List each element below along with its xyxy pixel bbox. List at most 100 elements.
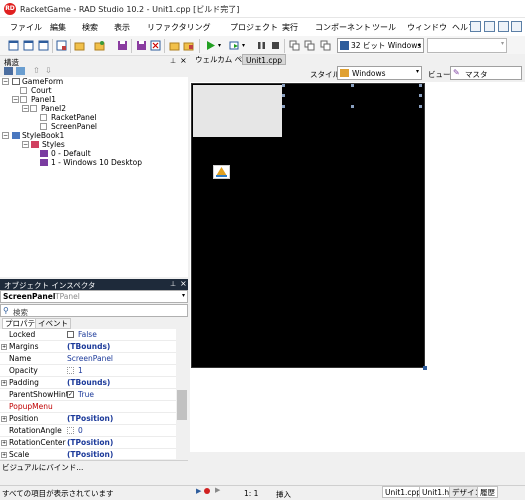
prop-row-popupmenu[interactable]: PopupMenu (0, 401, 176, 413)
save-all-icon[interactable] (136, 40, 147, 51)
menu-view[interactable]: 表示 (114, 22, 130, 33)
scrollbar-thumb[interactable] (177, 390, 187, 420)
new-unit-icon[interactable] (38, 40, 49, 51)
menu-project[interactable]: プロジェクト (230, 22, 278, 33)
expand-icon[interactable]: + (1, 416, 7, 422)
close-file-icon[interactable] (150, 40, 161, 51)
record-macro-icon[interactable] (204, 488, 210, 494)
form-resize-handle[interactable] (423, 366, 427, 370)
open-project-folder-icon[interactable] (169, 40, 180, 51)
menu-edit[interactable]: 編集 (50, 22, 66, 33)
prop-row-margins[interactable]: + Margins (TBounds) (0, 341, 176, 353)
prop-row-padding[interactable]: + Padding (TBounds) (0, 377, 176, 389)
selection-handle[interactable] (282, 94, 285, 97)
menu-tools[interactable]: ツール (372, 22, 396, 33)
prop-row-name[interactable]: Name ScreenPanel (0, 353, 176, 365)
menu-window[interactable]: ウィンドウ (407, 22, 447, 33)
menu-search[interactable]: 検索 (82, 22, 98, 33)
new-file-icon[interactable] (8, 40, 19, 51)
chevron-down-icon: ▾ (415, 68, 419, 75)
selection-handle[interactable] (282, 84, 285, 87)
prop-row-position[interactable]: + Position (TPosition) (0, 413, 176, 425)
open-icon[interactable] (74, 40, 85, 51)
chevron-down-icon[interactable]: ▾ (242, 40, 253, 51)
status-tab-history[interactable]: 履歴 (477, 486, 498, 498)
configuration-select[interactable]: ▾ (427, 38, 507, 53)
prop-row-opacity[interactable]: Opacity 1 (0, 365, 176, 377)
collapse-icon[interactable]: − (2, 78, 9, 85)
add-to-project-icon[interactable] (183, 40, 194, 51)
prop-row-locked[interactable]: Locked False (0, 329, 176, 341)
close-icon[interactable]: × (180, 279, 187, 288)
chevron-down-icon: ▾ (181, 292, 185, 299)
new-form-icon[interactable] (23, 40, 34, 51)
structure-options-icon[interactable] (4, 67, 13, 75)
target-platform-select[interactable]: 32 ビット Windows ▾ (337, 38, 424, 53)
checkbox[interactable] (67, 331, 74, 338)
court-panel-preview[interactable] (193, 85, 282, 137)
pin-icon[interactable]: ⊥ (170, 280, 176, 288)
stop-icon[interactable] (270, 40, 281, 51)
stylebook-component-icon[interactable] (213, 165, 230, 179)
trace-into-icon[interactable] (289, 40, 300, 51)
structure-status-text: すべての項目が表示されています (2, 489, 114, 498)
selection-handle[interactable] (419, 94, 422, 97)
toolbar-separator (164, 39, 165, 53)
collapse-icon[interactable]: − (2, 132, 9, 139)
status-tab-cpp[interactable]: Unit1.cpp (382, 486, 425, 498)
collapse-icon[interactable]: − (22, 105, 29, 112)
prop-row-scale[interactable]: + Scale (TPosition) (0, 449, 176, 459)
prop-row-parentshowhint[interactable]: ParentShowHint ✓ True (0, 389, 176, 401)
menu-component[interactable]: コンポーネント (315, 22, 371, 33)
search-placeholder: 検索 (13, 308, 28, 317)
chevron-down-icon: ▾ (500, 40, 504, 47)
return-icon[interactable] (320, 40, 331, 51)
expand-icon[interactable]: + (1, 344, 7, 350)
collapse-icon[interactable]: − (12, 96, 19, 103)
menu-refactor[interactable]: リファクタリング (147, 22, 211, 33)
pin-icon[interactable]: ⊥ (170, 57, 176, 65)
menu-file[interactable]: ファイル (10, 22, 42, 33)
tab-events[interactable]: イベント (35, 318, 71, 329)
arrow-down-icon[interactable]: ⇩ (45, 66, 52, 75)
toolbar-separator (199, 39, 200, 53)
step-over-icon[interactable] (304, 40, 315, 51)
selection-handle[interactable] (419, 105, 422, 108)
property-search-input[interactable]: ⚲ 検索 (0, 304, 188, 317)
prop-row-rotationcenter[interactable]: + RotationCenter (TPosition) (0, 437, 176, 449)
calendar-icon[interactable] (484, 21, 495, 32)
view-select[interactable]: ✎ マスタ (450, 66, 522, 80)
chevron-down-icon[interactable]: ▾ (218, 40, 229, 51)
status-tab-h[interactable]: Unit1.h (419, 486, 453, 498)
collapse-icon[interactable]: − (22, 141, 29, 148)
selection-handle[interactable] (351, 84, 354, 87)
expand-icon[interactable]: + (1, 440, 7, 446)
selection-handle[interactable] (419, 84, 422, 87)
expand-icon[interactable]: + (1, 380, 7, 386)
selection-handle[interactable] (351, 105, 354, 108)
play-macro-icon[interactable]: ▶ (196, 487, 201, 495)
run-without-debug-icon[interactable] (229, 40, 240, 51)
run-icon[interactable] (205, 40, 216, 51)
pause-icon[interactable] (256, 40, 267, 51)
reopen-icon[interactable] (94, 40, 105, 51)
bind-visually-link[interactable]: ビジュアルにバインド... (2, 462, 83, 473)
prop-row-rotationangle[interactable]: RotationAngle 0 (0, 425, 176, 437)
layout-icon[interactable] (498, 21, 509, 32)
stop-macro-icon[interactable]: ▶ (215, 486, 220, 494)
save-icon[interactable] (117, 40, 128, 51)
selection-handle[interactable] (282, 105, 285, 108)
style-select[interactable]: Windows ▾ (337, 66, 422, 80)
checkbox-checked[interactable]: ✓ (67, 391, 74, 398)
expand-icon[interactable]: + (1, 452, 7, 458)
mail-icon[interactable] (470, 21, 481, 32)
grid-icon[interactable] (511, 21, 522, 32)
menu-run[interactable]: 実行 (282, 22, 298, 33)
component-selector[interactable]: ScreenPanel TPanel ▾ (0, 290, 188, 303)
arrow-up-icon[interactable]: ⇧ (33, 66, 40, 75)
structure-group-icon[interactable] (16, 67, 25, 75)
tab-unit1-cpp[interactable]: Unit1.cpp (242, 54, 287, 65)
search-icon: ⚲ (3, 306, 9, 315)
close-icon[interactable]: × (180, 56, 187, 65)
open-project-icon[interactable] (56, 40, 67, 51)
